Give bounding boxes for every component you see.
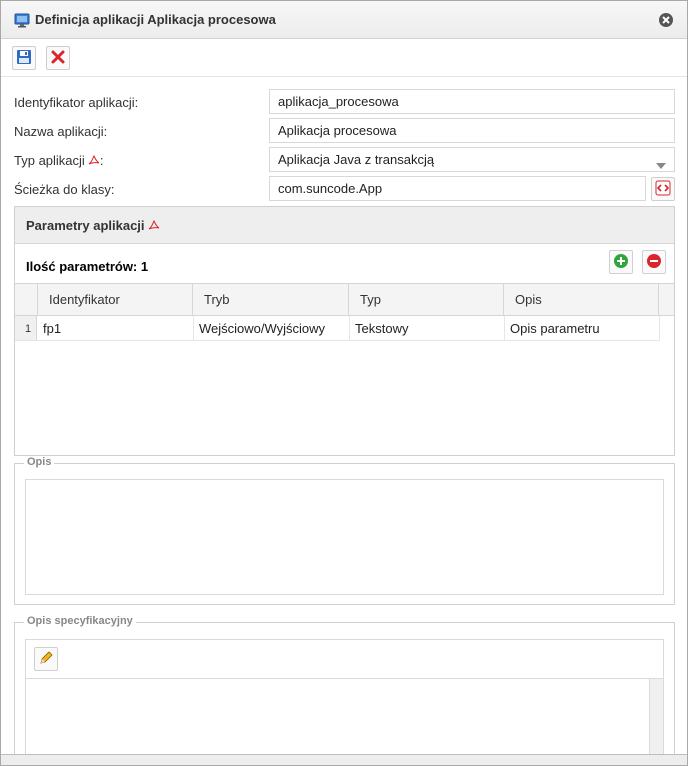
typ-label-suffix: : [99,153,104,168]
parameters-title: Parametry aplikacji [26,218,160,235]
table-row[interactable]: 1 fp1 Wejściowo/Wyjściowy Tekstowy Opis … [15,316,660,341]
opis-spec-content[interactable] [26,679,649,765]
red-x-icon [50,49,66,68]
window-bottom-edge [1,754,687,765]
opis-spec-editor [25,639,664,765]
minus-circle-icon [646,253,662,272]
pdf-icon[interactable] [88,154,100,170]
floppy-disk-icon [16,49,32,68]
nazwa-input[interactable]: Aplikacja procesowa [269,118,675,143]
edit-button[interactable] [34,647,58,671]
remove-parameter-button[interactable] [642,250,666,274]
sciezka-label: Ścieżka do klasy: [14,182,115,197]
pencil-icon [38,650,54,669]
dialog-title: Definicja aplikacji Aplikacja procesowa [35,12,276,27]
column-header-identyfikator[interactable]: Identyfikator [38,284,193,315]
toolbar [1,40,687,77]
nazwa-label: Nazwa aplikacji: [14,124,108,139]
cancel-button[interactable] [46,46,70,70]
cell-typ[interactable]: Tekstowy [350,316,505,340]
opis-spec-legend: Opis specyfikacyjny [24,615,136,627]
plus-circle-icon [613,253,629,272]
editor-toolbar [26,640,663,679]
grid-header-rownum [15,284,38,315]
typ-select-value: Aplikacja Java z transakcją [278,152,435,167]
typ-select[interactable]: Aplikacja Java z transakcją [269,147,675,172]
chevron-down-icon [656,157,666,171]
monitor-icon [14,12,30,28]
close-icon[interactable] [658,12,674,28]
identyfikator-label: Identyfikator aplikacji: [14,95,139,110]
opis-textarea[interactable] [25,479,664,595]
row-number: 1 [15,316,37,340]
typ-label-text: Typ aplikacji [14,153,85,168]
class-code-button[interactable] [651,177,675,201]
add-parameter-button[interactable] [609,250,633,274]
sciezka-input[interactable]: com.suncode.App [269,176,646,201]
title-bar: Definicja aplikacji Aplikacja procesowa [1,1,687,39]
code-icon [655,180,671,199]
parameters-panel-header: Parametry aplikacji [15,207,674,244]
column-header-typ[interactable]: Typ [349,284,504,315]
identyfikator-input[interactable]: aplikacja_procesowa [269,89,675,114]
opis-fieldset: Opis [14,456,675,605]
scrollbar[interactable] [649,679,663,765]
cell-opis[interactable]: Opis parametru [505,316,660,340]
column-header-opis[interactable]: Opis [504,284,659,315]
column-header-tryb[interactable]: Tryb [193,284,349,315]
parameters-count: Ilość parametrów: 1 [26,259,149,274]
cell-identyfikator[interactable]: fp1 [38,316,194,340]
cell-tryb[interactable]: Wejściowo/Wyjściowy [194,316,350,340]
opis-legend: Opis [24,456,55,468]
save-button[interactable] [12,46,36,70]
parameters-panel: Parametry aplikacji Ilość parametrów: 1 [14,206,675,456]
opis-spec-fieldset: Opis specyfikacyjny [14,615,675,765]
grid-header: Identyfikator Tryb Typ Opis [15,283,674,316]
dialog-window: Definicja aplikacji Aplikacja procesowa [0,0,688,766]
parameters-title-text: Parametry aplikacji [26,218,145,233]
pdf-icon[interactable] [148,219,160,235]
typ-label: Typ aplikacji : [14,153,103,170]
